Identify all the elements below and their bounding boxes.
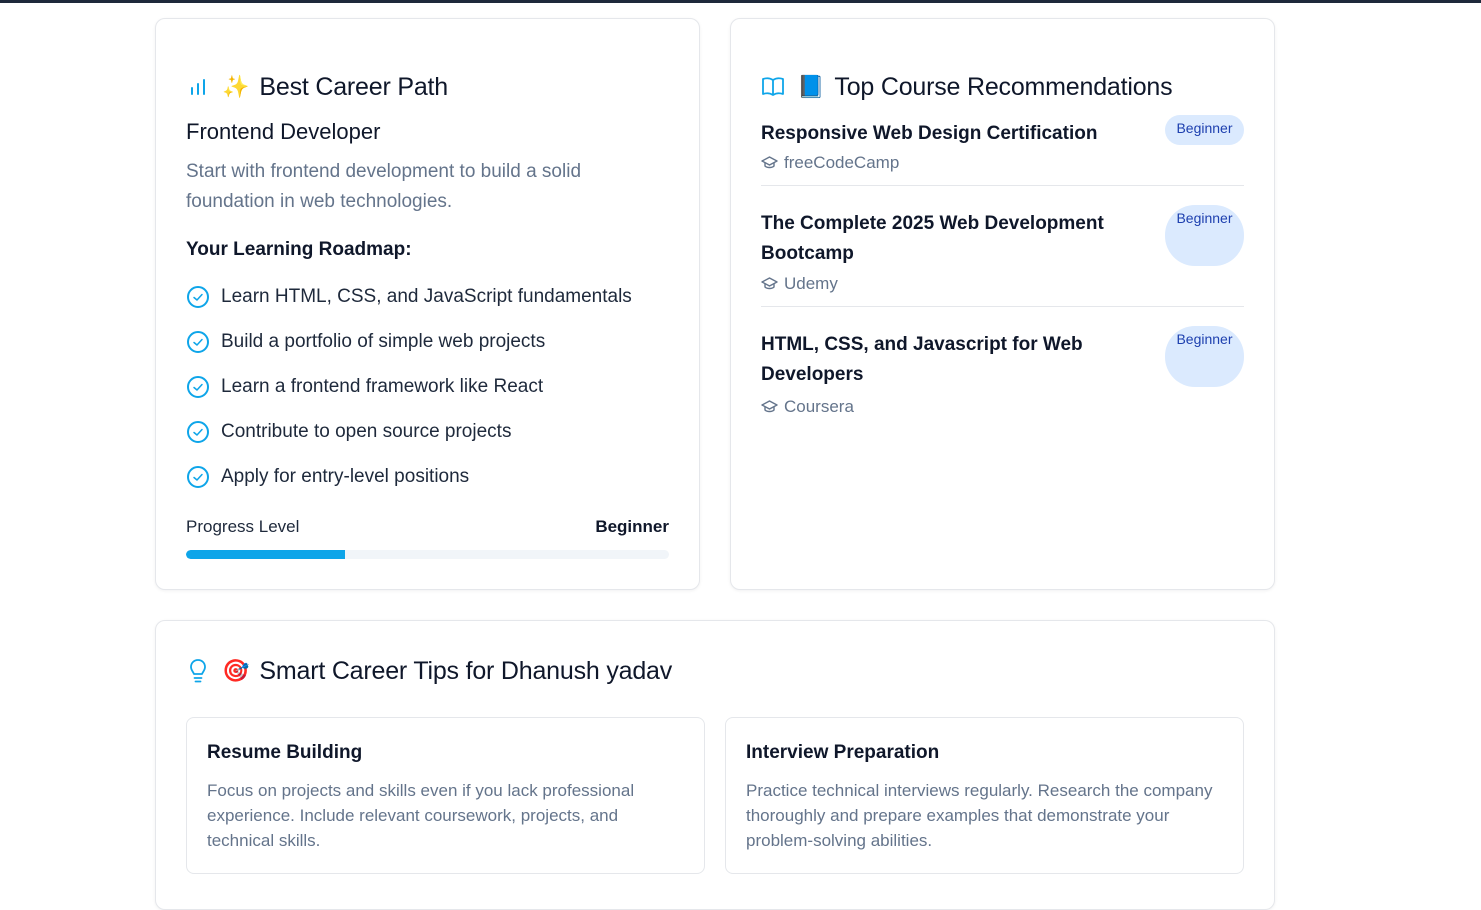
roadmap-item: Build a portfolio of simple web projects xyxy=(186,319,632,364)
tip-card-interview: Interview Preparation Practice technical… xyxy=(725,717,1244,874)
career-path-card: ✨ Best Career Path Frontend Developer St… xyxy=(155,18,700,590)
roadmap-item-label: Contribute to open source projects xyxy=(221,420,512,442)
book-open-icon xyxy=(761,75,785,99)
sparkles-emoji: ✨ xyxy=(222,74,250,99)
career-path-title: Frontend Developer xyxy=(186,119,381,144)
roadmap-item-label: Apply for entry-level positions xyxy=(221,465,470,487)
tip-title: Resume Building xyxy=(207,742,363,763)
top-border xyxy=(0,0,1481,3)
course-provider-name: Udemy xyxy=(784,274,838,293)
roadmap-title: Your Learning Roadmap: xyxy=(186,239,412,260)
check-circle-icon xyxy=(186,465,210,489)
check-circle-icon xyxy=(186,285,210,309)
tip-text: Practice technical interviews regularly.… xyxy=(746,781,1213,850)
career-card-header: ✨ Best Career Path xyxy=(186,69,448,105)
progress-label: Progress Level xyxy=(186,517,300,536)
check-circle-icon xyxy=(186,420,210,444)
course-item[interactable]: HTML, CSS, and Javascript for Web Develo… xyxy=(761,326,1244,428)
graduation-cap-icon xyxy=(761,276,778,293)
roadmap-item-label: Learn a frontend framework like React xyxy=(221,375,544,397)
roadmap-item-label: Learn HTML, CSS, and JavaScript fundamen… xyxy=(221,285,632,307)
roadmap-item: Learn HTML, CSS, and JavaScript fundamen… xyxy=(186,274,632,319)
tips-card-title: Smart Career Tips for Dhanush yadav xyxy=(259,656,673,685)
course-provider: freeCodeCamp xyxy=(761,153,899,173)
course-level-badge: Beginner xyxy=(1165,205,1244,266)
course-provider-name: freeCodeCamp xyxy=(784,153,900,172)
career-tips-card: 🎯 Smart Career Tips for Dhanush yadav Re… xyxy=(155,620,1275,910)
bar-chart-icon xyxy=(186,75,210,99)
course-provider: Coursera xyxy=(761,397,854,417)
roadmap-item-label: Build a portfolio of simple web projects xyxy=(221,330,546,352)
graduation-cap-icon xyxy=(761,399,778,416)
roadmap-item: Contribute to open source projects xyxy=(186,409,632,454)
course-title[interactable]: The Complete 2025 Web Development Bootca… xyxy=(761,209,1131,269)
tip-card-resume: Resume Building Focus on projects and sk… xyxy=(186,717,705,874)
courses-card-header: 📘 Top Course Recommendations xyxy=(761,69,1173,105)
roadmap-list: Learn HTML, CSS, and JavaScript fundamen… xyxy=(186,274,632,499)
course-recommendations-card: 📘 Top Course Recommendations Responsive … xyxy=(730,18,1275,590)
career-card-title: Best Career Path xyxy=(259,72,448,101)
roadmap-item: Learn a frontend framework like React xyxy=(186,364,632,409)
course-item[interactable]: The Complete 2025 Web Development Bootca… xyxy=(761,205,1244,307)
blue-book-emoji: 📘 xyxy=(797,74,825,99)
check-circle-icon xyxy=(186,330,210,354)
tips-card-header: 🎯 Smart Career Tips for Dhanush yadav xyxy=(186,653,672,689)
roadmap-item: Apply for entry-level positions xyxy=(186,454,632,499)
lightbulb-icon xyxy=(186,659,210,683)
course-level-badge: Beginner xyxy=(1165,115,1244,145)
progress-bar xyxy=(186,550,669,559)
check-circle-icon xyxy=(186,375,210,399)
career-path-description: Start with frontend development to build… xyxy=(186,161,582,212)
tip-title: Interview Preparation xyxy=(746,742,940,763)
tip-text: Focus on projects and skills even if you… xyxy=(207,781,635,850)
course-item[interactable]: Responsive Web Design Certification Begi… xyxy=(761,115,1244,186)
progress-bar-fill xyxy=(186,550,346,559)
course-level-badge: Beginner xyxy=(1165,326,1244,387)
course-provider: Udemy xyxy=(761,274,838,294)
target-emoji: 🎯 xyxy=(222,658,250,683)
course-provider-name: Coursera xyxy=(784,397,854,416)
course-title[interactable]: HTML, CSS, and Javascript for Web Develo… xyxy=(761,330,1131,390)
course-title[interactable]: Responsive Web Design Certification xyxy=(761,119,1131,149)
progress-value: Beginner xyxy=(595,517,669,536)
courses-card-title: Top Course Recommendations xyxy=(834,72,1173,101)
graduation-cap-icon xyxy=(761,155,778,172)
